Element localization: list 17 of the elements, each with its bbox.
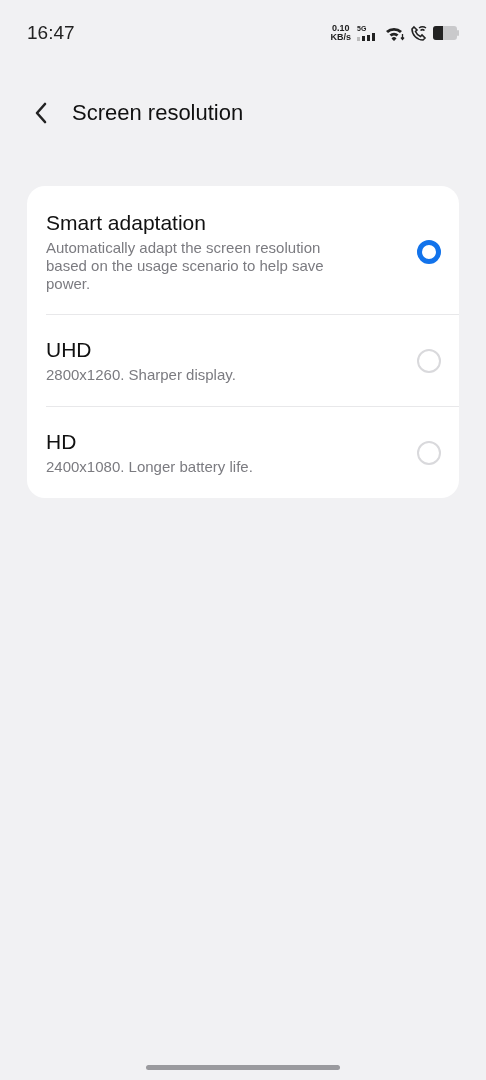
wifi-calling-icon — [411, 25, 427, 41]
radio-button[interactable] — [417, 348, 441, 373]
network-speed: 0.10 — [331, 24, 350, 33]
option-description: 2400x1080. Longer battery life. — [46, 458, 254, 476]
option-description: Automatically adapt the screen resolution based on the usage scenario to help save power. — [46, 239, 325, 293]
option-description: 2800x1260. Sharper display. — [46, 366, 237, 384]
radio-button[interactable] — [417, 440, 441, 465]
clock-time: 16:47 — [27, 22, 76, 44]
option-title: UHD — [46, 337, 92, 363]
battery-icon — [433, 26, 459, 40]
page-title: Screen resolution — [72, 100, 244, 126]
option-title: Smart adaptation — [46, 210, 206, 236]
wifi-icon — [385, 25, 405, 41]
home-indicator[interactable] — [146, 1065, 340, 1070]
radio-button-selected[interactable] — [417, 239, 441, 264]
option-title: HD — [46, 429, 77, 455]
speed-unit: KB/s — [330, 33, 351, 42]
